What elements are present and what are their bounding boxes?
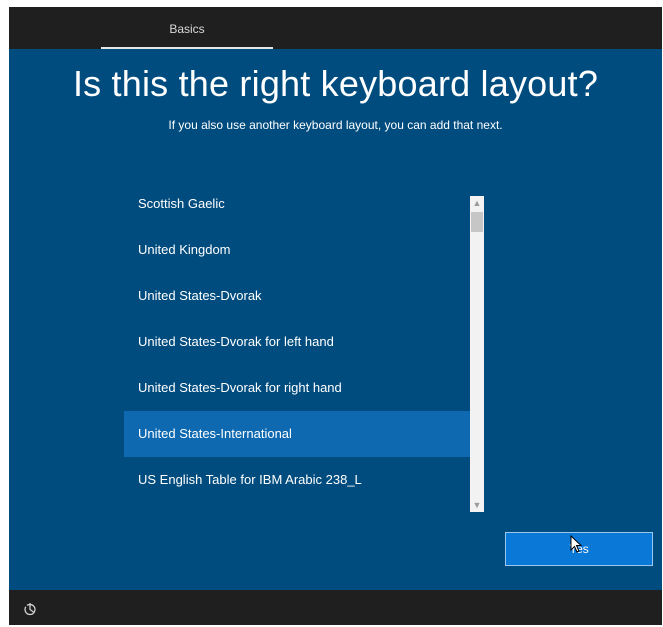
keyboard-layout-list[interactable]: Scottish Gaelic United Kingdom United St… — [124, 181, 470, 503]
page-subtitle: If you also use another keyboard layout,… — [168, 118, 503, 132]
list-item[interactable]: United Kingdom — [124, 227, 470, 273]
list-item[interactable]: Scottish Gaelic — [124, 181, 470, 227]
tab-basics[interactable]: Basics — [101, 7, 273, 49]
ease-of-access-icon[interactable] — [23, 602, 37, 616]
page-title: Is this the right keyboard layout? — [72, 63, 599, 104]
scroll-up-icon[interactable]: ▲ — [470, 196, 484, 210]
list-item[interactable]: United States-Dvorak for left hand — [124, 319, 470, 365]
list-item[interactable]: US English Table for IBM Arabic 238_L — [124, 457, 470, 503]
scroll-thumb[interactable] — [471, 212, 483, 232]
tab-active-indicator — [101, 47, 273, 49]
scroll-down-icon[interactable]: ▼ — [470, 498, 484, 512]
list-item[interactable]: United States-Dvorak for right hand — [124, 365, 470, 411]
oobe-window: Basics Is this the right keyboard layout… — [9, 7, 662, 625]
top-bar: Basics — [9, 7, 662, 49]
list-scrollbar[interactable]: ▲ ▼ — [470, 196, 484, 512]
bottom-bar — [9, 590, 662, 625]
list-item[interactable]: United States-Dvorak — [124, 273, 470, 319]
mouse-pointer-icon — [570, 535, 582, 553]
list-item-selected[interactable]: United States-International — [124, 411, 470, 457]
